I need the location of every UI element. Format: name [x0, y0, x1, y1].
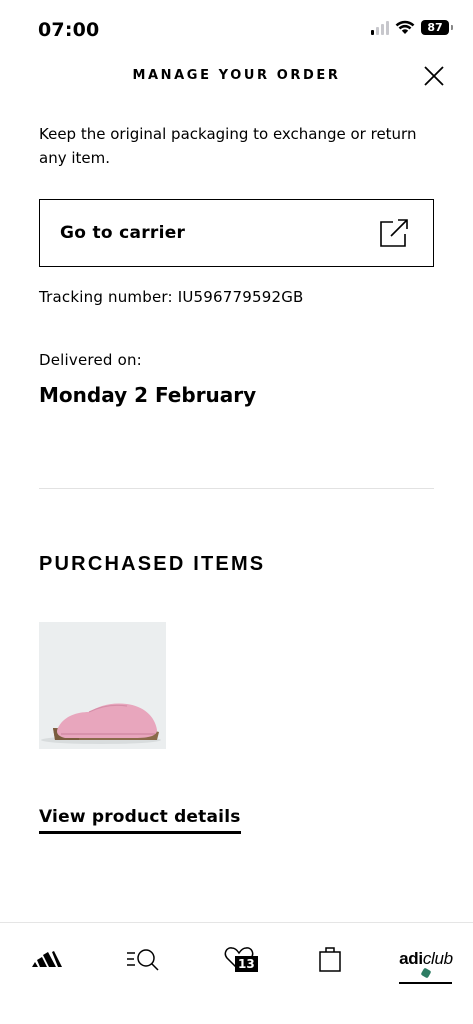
search-icon — [127, 949, 159, 971]
status-bar: 07:00 87 — [0, 0, 473, 60]
close-button[interactable] — [422, 64, 446, 88]
close-icon — [424, 66, 444, 86]
delivered-label: Delivered on: — [39, 351, 142, 369]
status-time: 07:00 — [38, 19, 100, 41]
go-to-carrier-button[interactable]: Go to carrier — [39, 199, 434, 267]
product-image[interactable] — [39, 622, 166, 749]
page-title: MANAGE YOUR ORDER — [132, 68, 341, 83]
status-icons: 87 — [371, 20, 453, 35]
shopping-bag-icon — [319, 947, 341, 972]
carrier-button-label: Go to carrier — [60, 223, 186, 243]
delivered-date: Monday 2 February — [39, 383, 257, 407]
pink-slipper-image — [39, 622, 166, 749]
adiclub-logo: adiclub — [399, 949, 453, 968]
bottom-nav: 13 adiclub — [0, 922, 473, 1024]
intro-text: Keep the original packaging to exchange … — [39, 125, 417, 167]
wifi-icon — [395, 20, 415, 34]
adidas-logo-icon — [32, 951, 62, 967]
cellular-signal-icon — [371, 20, 389, 35]
external-link-icon — [380, 219, 408, 247]
nav-home[interactable] — [22, 939, 72, 979]
active-tab-indicator — [399, 982, 452, 984]
tracking-number: Tracking number: IU596779592GB — [39, 288, 304, 306]
view-product-details-link[interactable]: View product details — [39, 807, 241, 834]
nav-search[interactable] — [118, 939, 168, 979]
nav-bag[interactable] — [305, 939, 355, 979]
wishlist-count-badge: 13 — [235, 956, 258, 972]
battery-indicator: 87 — [421, 20, 453, 35]
divider — [39, 488, 434, 489]
purchased-items-heading: PURCHASED ITEMS — [39, 553, 266, 575]
